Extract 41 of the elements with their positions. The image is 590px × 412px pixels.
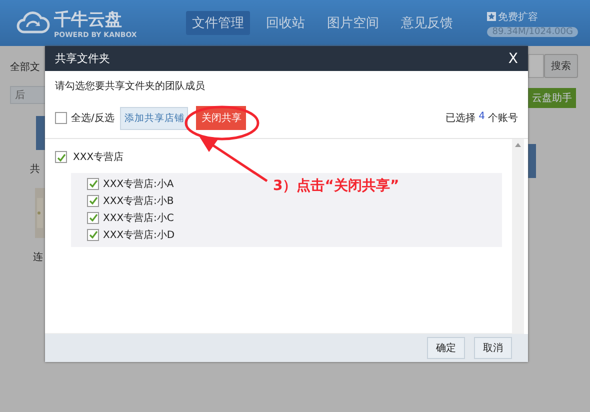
scrollbar[interactable] [512,139,524,333]
cancel-button[interactable]: 取消 [474,337,512,359]
back-button[interactable]: 后 [10,86,45,104]
checkbox[interactable] [87,212,99,224]
instruction-text: 请勾选您要共享文件夹的团队成员 [54,80,206,93]
star-icon [487,12,496,21]
checkbox[interactable] [55,112,67,124]
select-all-label[interactable]: 全选/反选 [71,111,114,125]
folder-label: 共 [30,162,40,176]
member-name[interactable]: XXX专营店:小D [103,228,175,242]
nav-tab[interactable]: 意见反馈 [395,11,459,35]
cloud-icon [16,10,50,36]
checkmark-icon [56,152,66,162]
add-shop-button[interactable]: 添加共享店铺 [120,106,188,130]
close-button[interactable]: X [508,50,518,66]
confirm-button[interactable]: 确定 [427,337,465,359]
checkbox[interactable] [55,151,67,163]
scroll-up-icon[interactable] [515,143,521,147]
nav-tab[interactable]: 回收站 [260,11,311,35]
checkbox[interactable] [87,178,99,190]
checkbox[interactable] [87,194,99,206]
nav-tab[interactable]: 图片空间 [321,11,385,35]
pointer-arrow [197,135,269,183]
picture-label: 连 [33,251,43,264]
logo-name: 千牛云盘 [54,8,123,30]
search-field[interactable] [528,54,544,78]
selected-count-unit: 个账号 [488,112,518,125]
nav-tab[interactable]: 文件管理 [186,11,250,35]
member-group-name[interactable]: XXX专营店 [73,150,124,164]
search-button[interactable]: 搜索 [544,54,578,78]
annotation-text: 3）点击“关闭共享” [273,177,400,195]
checkbox[interactable] [87,228,99,240]
member-name[interactable]: XXX专营店:小A [103,176,174,190]
breadcrumb: 全部文 [10,60,40,74]
dialog-title: 共享文件夹 [55,51,110,66]
selected-count-label: 已选择 [446,112,476,125]
upgrade-link[interactable]: 免费扩容 [498,10,538,24]
assistant-button[interactable]: 云盘助手 [528,88,576,108]
member-name[interactable]: XXX专营店:小C [103,210,174,224]
member-name[interactable]: XXX专营店:小B [103,194,174,208]
selected-count: 4 [478,111,485,124]
